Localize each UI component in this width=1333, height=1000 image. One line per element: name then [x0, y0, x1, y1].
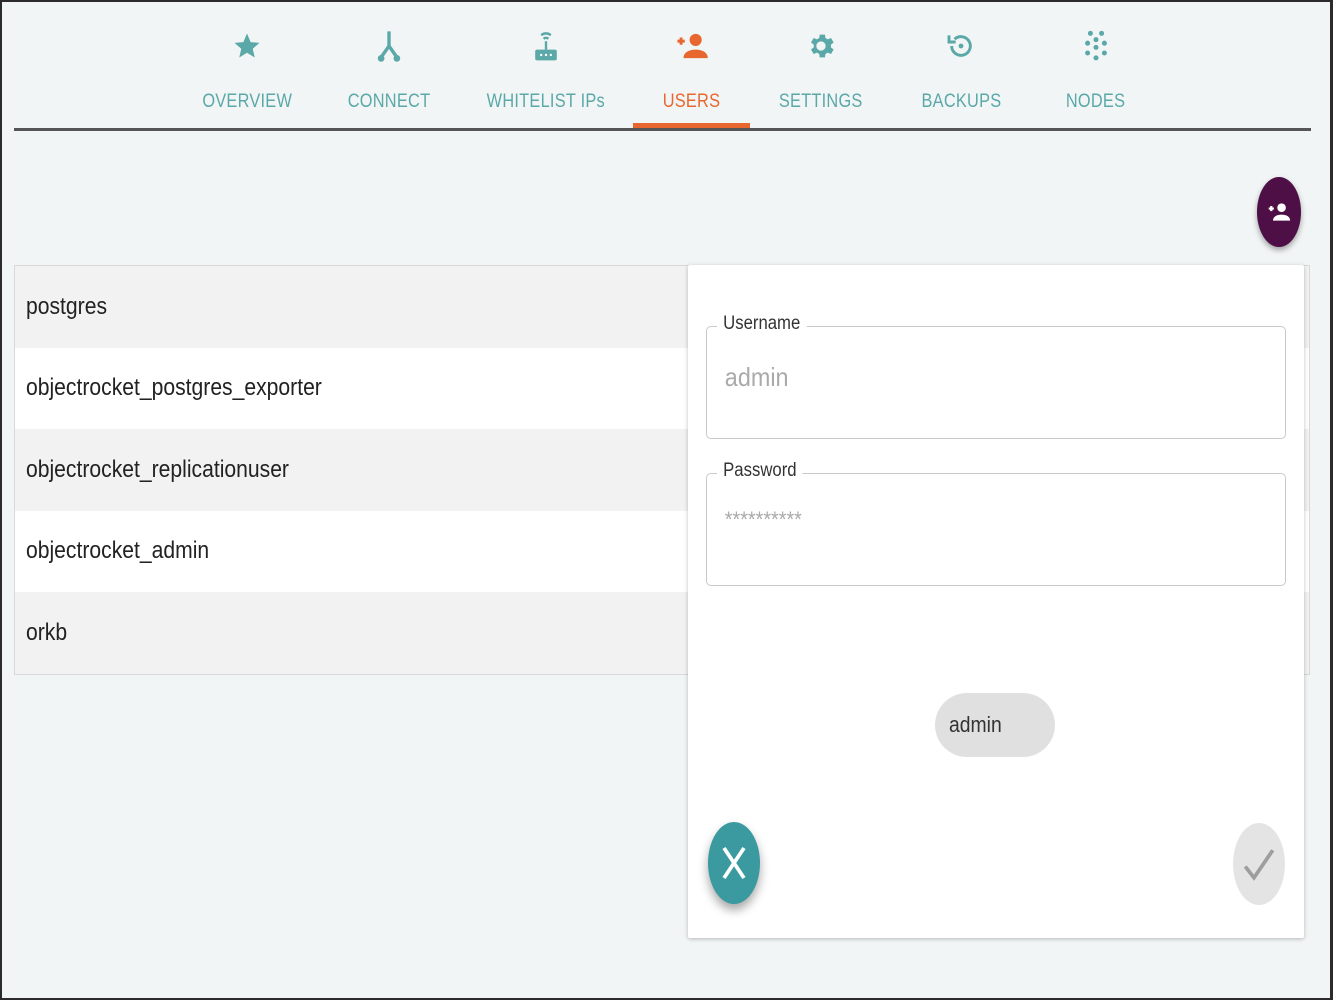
connect-icon	[369, 26, 409, 66]
confirm-button[interactable]	[1233, 823, 1285, 905]
router-icon	[526, 26, 566, 66]
username-input[interactable]	[723, 361, 1195, 394]
gear-icon	[801, 26, 841, 66]
tab-label: USERS	[662, 91, 721, 112]
tab-label: BACKUPS	[921, 91, 1001, 112]
username-chip[interactable]: admin	[935, 693, 1055, 757]
username-text: objectrocket_postgres_exporter	[26, 374, 322, 402]
tab-backups[interactable]: BACKUPS	[916, 0, 1006, 128]
tab-users[interactable]: USERS	[633, 0, 750, 128]
add-user-icon	[1268, 203, 1291, 221]
tab-connect[interactable]: CONNECT	[344, 0, 434, 128]
nodes-icon	[1076, 26, 1116, 66]
restore-icon	[941, 26, 981, 66]
close-icon	[722, 846, 746, 880]
add-user-icon	[672, 26, 712, 66]
username-field: Username	[706, 313, 1286, 439]
tab-label: OVERVIEW	[202, 91, 292, 112]
username-text: objectrocket_admin	[26, 537, 210, 565]
password-label: Password	[717, 460, 803, 482]
username-label: Username	[717, 313, 807, 335]
password-input[interactable]	[723, 506, 1195, 534]
tab-whitelist-ips[interactable]: WHITELIST IPs	[486, 0, 606, 128]
tab-nodes[interactable]: NODES	[1056, 0, 1136, 128]
cancel-button[interactable]	[708, 822, 760, 904]
tab-label: WHITELIST IPs	[486, 91, 606, 112]
tab-overview[interactable]: OVERVIEW	[202, 0, 292, 128]
add-user-button[interactable]	[1257, 177, 1301, 247]
tab-label: SETTINGS	[779, 91, 863, 112]
star-icon	[227, 26, 267, 66]
tab-label: CONNECT	[347, 91, 431, 112]
tab-bar: OVERVIEW CONNECT WHITELIST IPs USERS SET…	[14, 0, 1311, 131]
add-user-dialog: Username Password admin	[688, 265, 1304, 938]
tab-label: NODES	[1066, 91, 1126, 112]
tab-settings[interactable]: SETTINGS	[776, 0, 866, 128]
username-text: postgres	[26, 292, 108, 320]
username-text: orkb	[26, 618, 68, 646]
password-field: Password	[706, 460, 1286, 586]
username-text: objectrocket_replicationuser	[26, 455, 289, 483]
check-icon	[1243, 849, 1275, 881]
chip-label: admin	[949, 712, 1002, 737]
